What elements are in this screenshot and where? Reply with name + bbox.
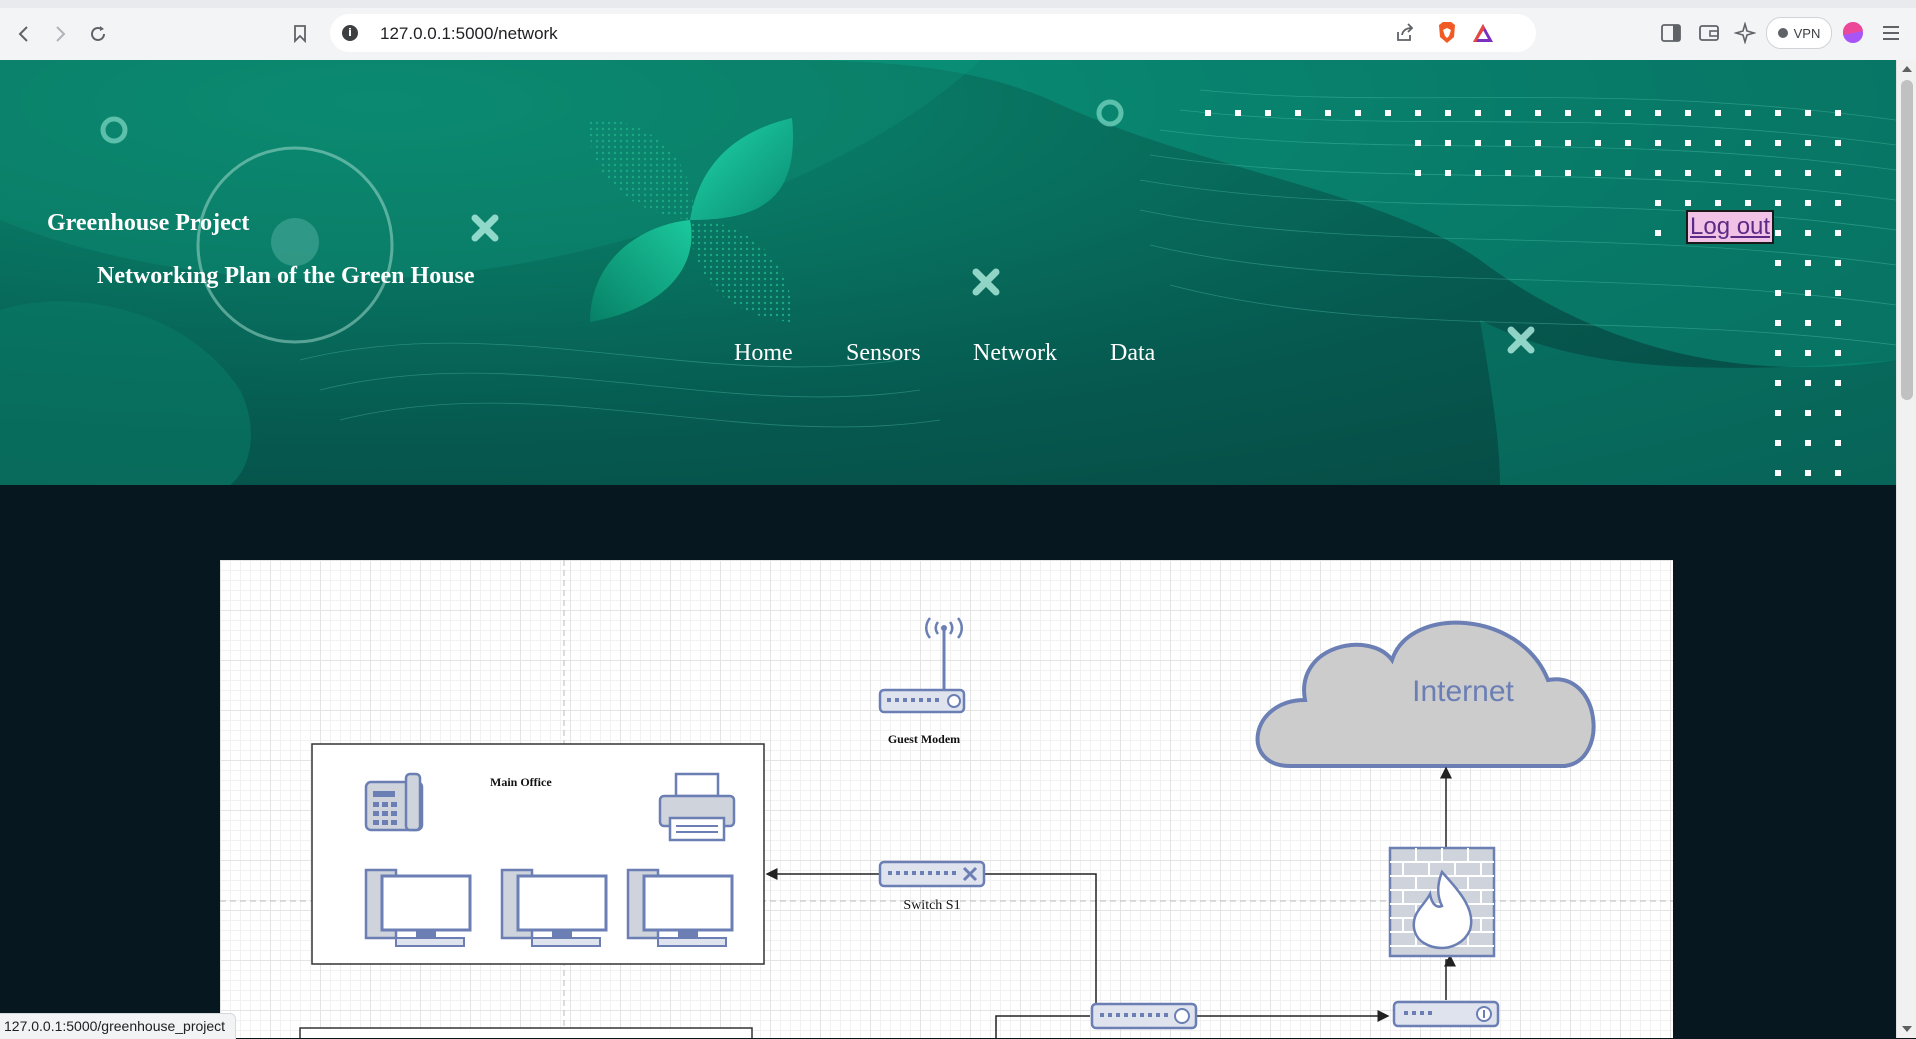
profile-avatar-icon[interactable]: [1838, 18, 1868, 48]
network-diagram: Internet Guest Modem Main Office Switch …: [220, 560, 1673, 1038]
menu-icon[interactable]: [1876, 18, 1906, 48]
reload-icon[interactable]: [84, 20, 112, 48]
switch-s1-icon: [878, 860, 986, 888]
nav-home[interactable]: Home: [734, 340, 793, 367]
gateway-icon: [1392, 1000, 1500, 1028]
wallet-icon[interactable]: [1694, 18, 1724, 48]
vpn-label: VPN: [1793, 25, 1821, 41]
switch-s1-label: Switch S1: [903, 898, 961, 913]
logout-button[interactable]: Log out: [1686, 210, 1775, 244]
main-office-label: Main Office: [490, 775, 552, 789]
firewall-icon: [1388, 846, 1496, 958]
phone-icon: [364, 772, 424, 832]
nav-sensors[interactable]: Sensors: [846, 340, 921, 367]
page-subtitle: Networking Plan of the Green House: [97, 263, 475, 289]
link-switch-to-office: [878, 873, 1097, 1006]
tab-strip: [0, 0, 1916, 8]
forward-icon[interactable]: [46, 20, 74, 48]
router-icon: [1090, 1002, 1198, 1030]
address-bar[interactable]: i 127.0.0.1:5000/network: [294, 14, 1536, 52]
site-title: Greenhouse Project: [47, 210, 250, 236]
scroll-down-icon[interactable]: [1902, 1026, 1912, 1032]
lower-zone-box: [299, 1027, 753, 1038]
internet-label: Internet: [1412, 675, 1514, 708]
vpn-button[interactable]: VPN: [1766, 17, 1832, 49]
scrollbar-thumb[interactable]: [1901, 80, 1913, 400]
nav-data[interactable]: Data: [1110, 340, 1155, 367]
guest-modem-label: Guest Modem: [887, 732, 961, 746]
nav-network[interactable]: Network: [973, 340, 1057, 367]
bookmark-icon[interactable]: [290, 23, 310, 44]
link-status-bubble: 127.0.0.1:5000/greenhouse_project: [0, 1013, 237, 1039]
link-gateway-to-firewall: [1444, 954, 1456, 1000]
brave-rewards-icon[interactable]: [1468, 18, 1498, 48]
page-scrollbar[interactable]: [1896, 60, 1916, 1038]
leo-ai-icon[interactable]: [1730, 18, 1760, 48]
url-text: 127.0.0.1:5000/network: [380, 24, 558, 43]
header-banner: Greenhouse Project Networking Plan of th…: [0, 60, 1896, 485]
back-icon[interactable]: [10, 20, 38, 48]
vpn-status-icon: [1777, 28, 1788, 38]
scroll-up-icon[interactable]: [1902, 66, 1912, 72]
brave-shield-icon[interactable]: [1432, 18, 1462, 48]
share-icon[interactable]: [1390, 18, 1420, 48]
sidebar-icon[interactable]: [1656, 18, 1686, 48]
browser-toolbar: i 127.0.0.1:5000/network VPN: [0, 0, 1916, 61]
site-info-icon[interactable]: i: [342, 25, 358, 41]
guest-modem-icon: [878, 617, 966, 714]
